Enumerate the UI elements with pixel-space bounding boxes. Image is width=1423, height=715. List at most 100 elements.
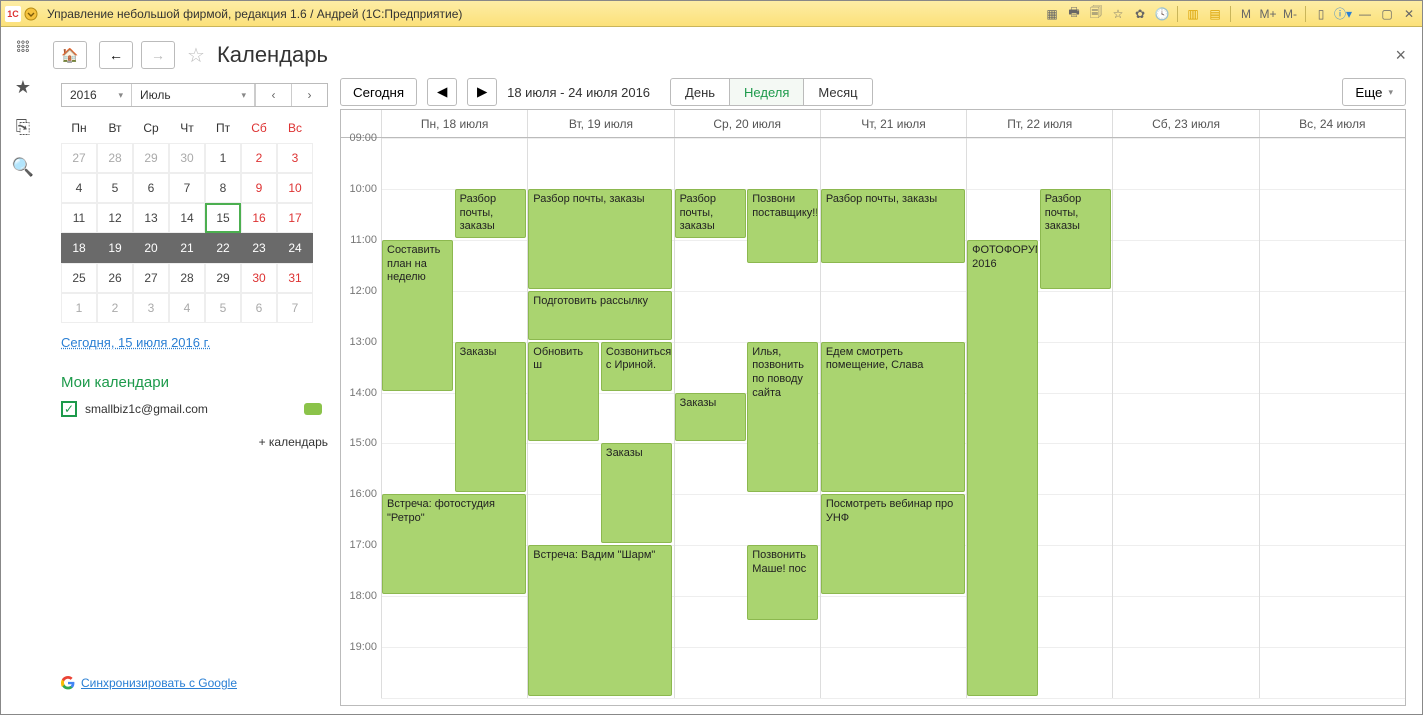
close-page-icon[interactable]: × — [1395, 45, 1406, 66]
clock-icon[interactable]: 🕓 — [1153, 5, 1171, 23]
back-button[interactable]: ← — [99, 41, 133, 69]
search-icon[interactable]: 🔍 — [11, 155, 35, 179]
mini-cal-day[interactable]: 15 — [205, 203, 241, 233]
page-star-icon[interactable]: ☆ — [187, 43, 205, 68]
prev-week-button[interactable]: ◀ — [427, 78, 457, 106]
mini-cal-day[interactable]: 5 — [205, 293, 241, 323]
day-column[interactable]: Разбор почты, заказыПодготовить рассылку… — [527, 138, 673, 698]
mini-cal-day[interactable]: 3 — [133, 293, 169, 323]
m-minus-icon[interactable]: M- — [1281, 5, 1299, 23]
mini-cal-day[interactable]: 24 — [277, 233, 313, 263]
calendar-event[interactable]: Встреча: фотостудия "Ретро" — [382, 494, 526, 594]
mini-cal-day[interactable]: 4 — [169, 293, 205, 323]
day-column[interactable]: ФОТОФОРУМ 2016Разбор почты, заказы — [966, 138, 1112, 698]
more-button[interactable]: Еще ▾ — [1342, 78, 1406, 106]
calendar-event[interactable]: Едем смотреть помещение, Слава — [821, 342, 965, 493]
panel-icon-1[interactable]: ▥ — [1184, 5, 1202, 23]
calendar-event[interactable]: ФОТОФОРУМ 2016 — [967, 240, 1038, 696]
mini-cal-day[interactable]: 11 — [61, 203, 97, 233]
calendar-event[interactable]: Разбор почты, заказы — [455, 189, 526, 238]
calendar-color-swatch[interactable] — [304, 403, 322, 415]
mini-cal-day[interactable]: 2 — [97, 293, 133, 323]
mini-cal-day[interactable]: 16 — [241, 203, 277, 233]
close-window-icon[interactable]: ✕ — [1400, 5, 1418, 23]
view-day-button[interactable]: День — [670, 78, 730, 106]
mini-cal-day[interactable]: 9 — [241, 173, 277, 203]
home-button[interactable]: 🏠 — [53, 41, 87, 69]
app-menu-dropdown-icon[interactable] — [23, 6, 39, 22]
minimize-icon[interactable]: — — [1356, 5, 1374, 23]
mini-cal-day[interactable]: 1 — [205, 143, 241, 173]
today-button[interactable]: Сегодня — [340, 78, 417, 106]
mini-cal-day[interactable]: 12 — [97, 203, 133, 233]
mini-cal-day[interactable]: 21 — [169, 233, 205, 263]
mini-cal-day[interactable]: 14 — [169, 203, 205, 233]
favorite-icon[interactable]: ★ — [11, 75, 35, 99]
calendar-event[interactable]: Илья, позвонить по поводу сайта — [747, 342, 818, 493]
calendar-event[interactable]: Разбор почты, заказы — [1040, 189, 1111, 289]
mini-cal-day[interactable]: 26 — [97, 263, 133, 293]
pin-icon[interactable]: ⎘ — [11, 115, 35, 139]
mini-cal-day[interactable]: 10 — [277, 173, 313, 203]
day-column[interactable]: Разбор почты, заказы Едем смотреть помеще… — [820, 138, 966, 698]
mini-cal-day[interactable]: 8 — [205, 173, 241, 203]
calendar-event[interactable]: Составить план на неделю — [382, 240, 453, 391]
forward-button[interactable]: → — [141, 41, 175, 69]
toolbar-icon-1[interactable]: ▦ — [1043, 5, 1061, 23]
day-column[interactable] — [1112, 138, 1258, 698]
view-month-button[interactable]: Месяц — [804, 78, 872, 106]
calendar-event[interactable]: Позвонить Маше! пос — [747, 545, 818, 619]
calendar-event[interactable]: Позвони поставщику!!! — [747, 189, 818, 263]
apps-grid-icon[interactable]: 𐄡 — [11, 35, 35, 59]
prev-month-button[interactable]: ‹ — [255, 84, 291, 106]
calendar-event[interactable]: Подготовить рассылку — [528, 291, 672, 340]
mini-cal-day[interactable]: 5 — [97, 173, 133, 203]
mini-cal-day[interactable]: 7 — [277, 293, 313, 323]
mini-cal-day[interactable]: 17 — [277, 203, 313, 233]
mini-cal-day[interactable]: 6 — [133, 173, 169, 203]
next-week-button[interactable]: ▶ — [467, 78, 497, 106]
day-column[interactable] — [1259, 138, 1405, 698]
mini-cal-day[interactable]: 2 — [241, 143, 277, 173]
mini-cal-day[interactable]: 31 — [277, 263, 313, 293]
calendar-event[interactable]: Обновить ш — [528, 342, 599, 442]
view-week-button[interactable]: Неделя — [730, 78, 804, 106]
mini-cal-day[interactable]: 4 — [61, 173, 97, 203]
mini-cal-day[interactable]: 23 — [241, 233, 277, 263]
calendar-event[interactable]: Разбор почты, заказы — [821, 189, 965, 263]
month-selector[interactable]: Июль ▾ — [132, 84, 255, 106]
calendar-checkbox[interactable]: ✓ — [61, 401, 77, 417]
mini-cal-day[interactable]: 30 — [241, 263, 277, 293]
star-icon[interactable]: ☆ — [1109, 5, 1127, 23]
mini-cal-day[interactable]: 30 — [169, 143, 205, 173]
calendar-event[interactable]: Заказы — [601, 443, 672, 543]
mini-cal-day[interactable]: 27 — [133, 263, 169, 293]
calendar-event[interactable]: Разбор почты, заказы — [675, 189, 746, 238]
calendar-event[interactable]: Разбор почты, заказы — [528, 189, 672, 289]
panel-icon-2[interactable]: ▤ — [1206, 5, 1224, 23]
toolbar-icon-3[interactable]: 🗐 — [1087, 5, 1105, 23]
next-month-button[interactable]: › — [291, 84, 327, 106]
maximize-icon[interactable]: ▢ — [1378, 5, 1396, 23]
m-plus-icon[interactable]: M+ — [1259, 5, 1277, 23]
mini-cal-day[interactable]: 13 — [133, 203, 169, 233]
mini-cal-day[interactable]: 25 — [61, 263, 97, 293]
calendar-event[interactable]: Встреча: Вадим "Шарм" — [528, 545, 672, 696]
mini-cal-day[interactable]: 20 — [133, 233, 169, 263]
day-column[interactable]: Составить план на неделюРазбор почты, за… — [381, 138, 527, 698]
year-selector[interactable]: 2016 ▾ — [62, 84, 132, 106]
mini-cal-day[interactable]: 6 — [241, 293, 277, 323]
calendar-event[interactable]: Заказы — [455, 342, 526, 493]
mini-cal-day[interactable]: 1 — [61, 293, 97, 323]
day-column[interactable]: Разбор почты, заказыПозвони поставщику!!… — [674, 138, 820, 698]
mini-cal-day[interactable]: 29 — [205, 263, 241, 293]
mini-cal-day[interactable]: 22 — [205, 233, 241, 263]
m-icon[interactable]: M — [1237, 5, 1255, 23]
calendar-event[interactable]: Заказы — [675, 393, 746, 442]
toolbar-icon-5[interactable]: ✿ — [1131, 5, 1149, 23]
mini-cal-day[interactable]: 27 — [61, 143, 97, 173]
mini-cal-day[interactable]: 3 — [277, 143, 313, 173]
print-icon[interactable]: 🖶 — [1065, 5, 1083, 23]
info-icon[interactable]: ⓘ▾ — [1334, 5, 1352, 23]
mini-cal-day[interactable]: 7 — [169, 173, 205, 203]
